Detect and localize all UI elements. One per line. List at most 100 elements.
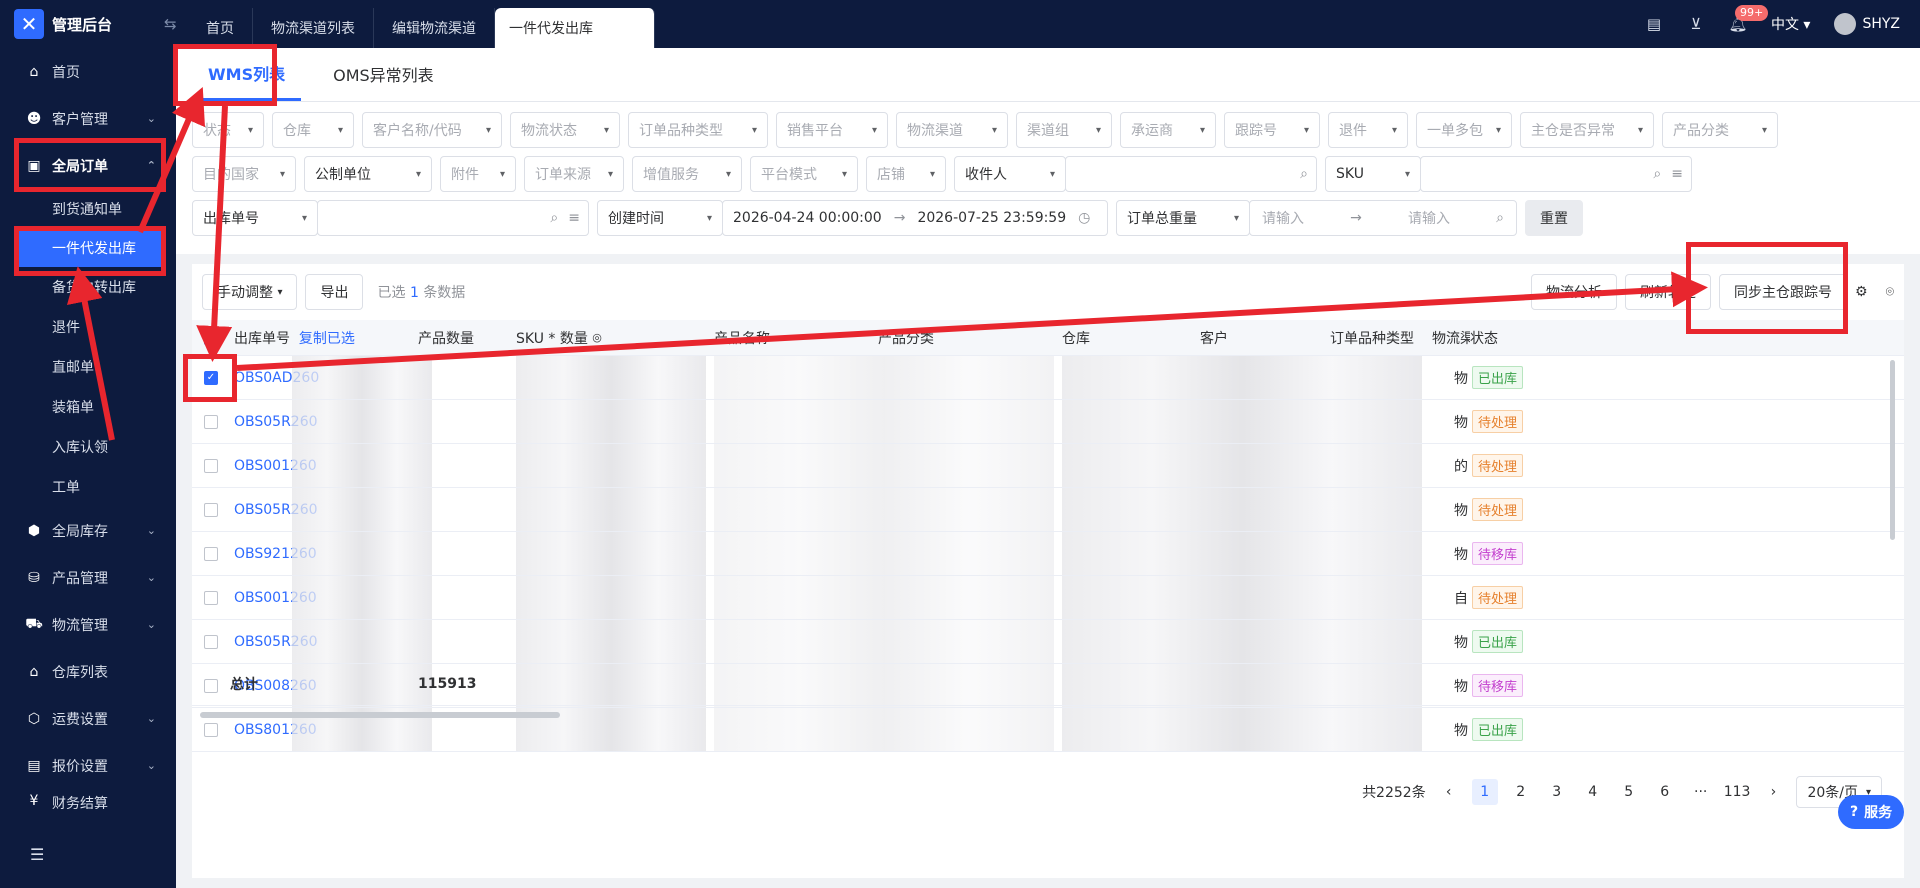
table-row[interactable]: OBS05R260 物待处理	[192, 400, 1904, 444]
export-button[interactable]: 导出	[305, 274, 364, 310]
weight-min-placeholder[interactable]: 请输入	[1262, 208, 1304, 228]
sidebar-item-quotes[interactable]: ▤ 报价设置 ⌄	[0, 742, 176, 789]
sidebar-item-inventory[interactable]: ⬢ 全局库存 ⌄	[0, 507, 176, 554]
page-ellipsis[interactable]: ···	[1688, 779, 1714, 805]
filter-logistics-channel[interactable]: 物流渠道 ▾	[896, 112, 1008, 148]
sidebar-item-finance[interactable]: ¥ 财务结算	[0, 789, 176, 809]
filter-time-type[interactable]: 创建时间 ▾	[597, 200, 723, 236]
table-row[interactable]: OBS921260 物待移库	[192, 532, 1904, 576]
row-select[interactable]	[204, 532, 218, 575]
filter-platform-mode[interactable]: 平台模式 ▾	[750, 156, 858, 192]
horizontal-scrollbar[interactable]	[200, 712, 560, 718]
header-select-all[interactable]: ▬	[204, 320, 218, 355]
row-checkbox[interactable]	[204, 722, 218, 737]
row-checkbox[interactable]	[204, 502, 218, 517]
weight-range-input[interactable]: 请输入 → 请输入 ⌕	[1249, 200, 1517, 236]
download-icon[interactable]: ⊻	[1687, 15, 1705, 33]
user-menu[interactable]: SHYZ	[1834, 13, 1900, 35]
row-checkbox[interactable]	[204, 590, 218, 605]
filter-sales-platform[interactable]: 销售平台 ▾	[776, 112, 888, 148]
filter-metric-unit[interactable]: 公制单位 ▾	[304, 156, 432, 192]
copy-selected-link[interactable]: 复制已选	[299, 328, 355, 348]
filter-tracking-no[interactable]: 跟踪号 ▾	[1224, 112, 1320, 148]
filter-sku-type[interactable]: SKU ▾	[1325, 156, 1421, 192]
tab-home[interactable]: 首页	[188, 8, 253, 48]
filter-attachment[interactable]: 附件 ▾	[440, 156, 516, 192]
tab-oms-exception-list[interactable]: OMS异常列表	[317, 47, 450, 101]
date-range-picker[interactable]: 2026-04-24 00:00:00 → 2026-07-25 23:59:5…	[722, 200, 1108, 236]
bell-icon[interactable]: 🔔︎ 99+	[1728, 5, 1769, 33]
batch-input-icon[interactable]: ≡	[568, 210, 580, 226]
table-row[interactable]: OBS05R260 物待处理	[192, 488, 1904, 532]
weight-max-placeholder[interactable]: 请输入	[1408, 208, 1450, 228]
sidebar-sub-work-order[interactable]: 工单	[0, 467, 176, 507]
sidebar-item-home[interactable]: ⌂ 首页	[0, 48, 176, 95]
tab-edit-logistics-channel[interactable]: 编辑物流渠道	[374, 8, 495, 48]
column-settings-icon[interactable]: ⚙	[1855, 284, 1868, 300]
row-select[interactable]	[204, 576, 218, 619]
vertical-scrollbar[interactable]	[1890, 360, 1895, 540]
menu-fold-icon[interactable]: ☰	[30, 845, 44, 864]
service-button[interactable]: ? 服务	[1838, 795, 1905, 829]
sidebar-sub-packing-list[interactable]: 装箱单	[0, 387, 176, 427]
page-1[interactable]: 1	[1471, 779, 1498, 805]
manual-adjust-button[interactable]: 手动调整 ▾	[202, 274, 298, 310]
row-checkbox[interactable]	[204, 458, 218, 473]
filter-customer[interactable]: 客户名称/代码 ▾	[362, 112, 502, 148]
sidebar-sub-returns[interactable]: 退件	[0, 307, 176, 347]
recipient-input[interactable]: ⌕	[1065, 156, 1317, 192]
page-4[interactable]: 4	[1580, 779, 1606, 805]
row-select[interactable]	[204, 488, 218, 531]
select-all-checkbox[interactable]: ▬	[204, 330, 218, 345]
sidebar-sub-direct-mail[interactable]: 直邮单	[0, 347, 176, 387]
sidebar-sub-arrival-notice[interactable]: 到货通知单	[0, 189, 176, 229]
tab-logistics-channel-list[interactable]: 物流渠道列表	[253, 8, 374, 48]
sidebar-item-warehouses[interactable]: ⌂ 仓库列表	[0, 648, 176, 695]
page-last[interactable]: 113	[1724, 779, 1751, 805]
page-6[interactable]: 6	[1652, 779, 1678, 805]
filter-store[interactable]: 店铺 ▾	[866, 156, 946, 192]
filter-multi-package[interactable]: 一单多包 ▾	[1416, 112, 1512, 148]
filter-product-category[interactable]: 产品分类 ▾	[1662, 112, 1778, 148]
filter-status[interactable]: 状态 ▾	[192, 112, 264, 148]
filter-channel-group[interactable]: 渠道组 ▾	[1016, 112, 1112, 148]
message-icon[interactable]: ▤	[1645, 15, 1663, 33]
search-settings-icon[interactable]: ⌾	[1886, 284, 1894, 300]
filter-warehouse[interactable]: 仓库 ▾	[272, 112, 354, 148]
page-2[interactable]: 2	[1508, 779, 1534, 805]
next-page-icon[interactable]: ›	[1760, 779, 1786, 805]
row-checkbox[interactable]	[204, 546, 218, 561]
filter-order-source[interactable]: 订单来源 ▾	[524, 156, 624, 192]
sku-input[interactable]: ⌕ ≡	[1420, 156, 1692, 192]
sidebar-item-logistics[interactable]: ⛟ 物流管理 ⌄	[0, 601, 176, 648]
filter-logistics-status[interactable]: 物流状态 ▾	[510, 112, 620, 148]
sidebar-item-customers[interactable]: ☻ 客户管理 ⌄	[0, 95, 176, 142]
row-checkbox[interactable]	[204, 634, 218, 649]
filter-main-warehouse-exception[interactable]: 主仓是否异常 ▾	[1520, 112, 1654, 148]
batch-input-icon[interactable]: ≡	[1671, 166, 1683, 182]
filter-value-added-service[interactable]: 增值服务 ▾	[632, 156, 742, 192]
filter-destination-country[interactable]: 目的国家 ▾	[192, 156, 296, 192]
prev-page-icon[interactable]: ‹	[1436, 779, 1462, 805]
row-select[interactable]	[204, 400, 218, 443]
filter-carrier[interactable]: 承运商 ▾	[1120, 112, 1216, 148]
row-select[interactable]	[204, 444, 218, 487]
sidebar-item-products[interactable]: ⛁ 产品管理 ⌄	[0, 554, 176, 601]
collapse-toggle-icon[interactable]: ⇆	[164, 0, 177, 48]
table-row[interactable]: OBS001260 自待处理	[192, 576, 1904, 620]
sidebar-item-freight[interactable]: ⬡ 运费设置 ⌄	[0, 695, 176, 742]
filter-recipient-type[interactable]: 收件人 ▾	[954, 156, 1066, 192]
tab-dropship-outbound[interactable]: 一件代发出库	[495, 8, 655, 48]
filter-order-no-type[interactable]: 出库单号 ▾	[192, 200, 318, 236]
page-3[interactable]: 3	[1544, 779, 1570, 805]
filter-order-type[interactable]: 订单品种类型 ▾	[628, 112, 768, 148]
reset-button[interactable]: 重置	[1525, 200, 1583, 236]
row-checkbox[interactable]	[204, 414, 218, 429]
page-5[interactable]: 5	[1616, 779, 1642, 805]
table-row[interactable]: OBS001260 的待处理	[192, 444, 1904, 488]
filter-returns[interactable]: 退件 ▾	[1328, 112, 1408, 148]
brand[interactable]: ✕ 管理后台	[0, 0, 176, 48]
language-select[interactable]: 中文 ▾	[1771, 14, 1810, 34]
table-row[interactable]: ✓ OBS0AD260 物已出库	[192, 356, 1904, 400]
filter-total-weight[interactable]: 订单总重量 ▾	[1116, 200, 1250, 236]
